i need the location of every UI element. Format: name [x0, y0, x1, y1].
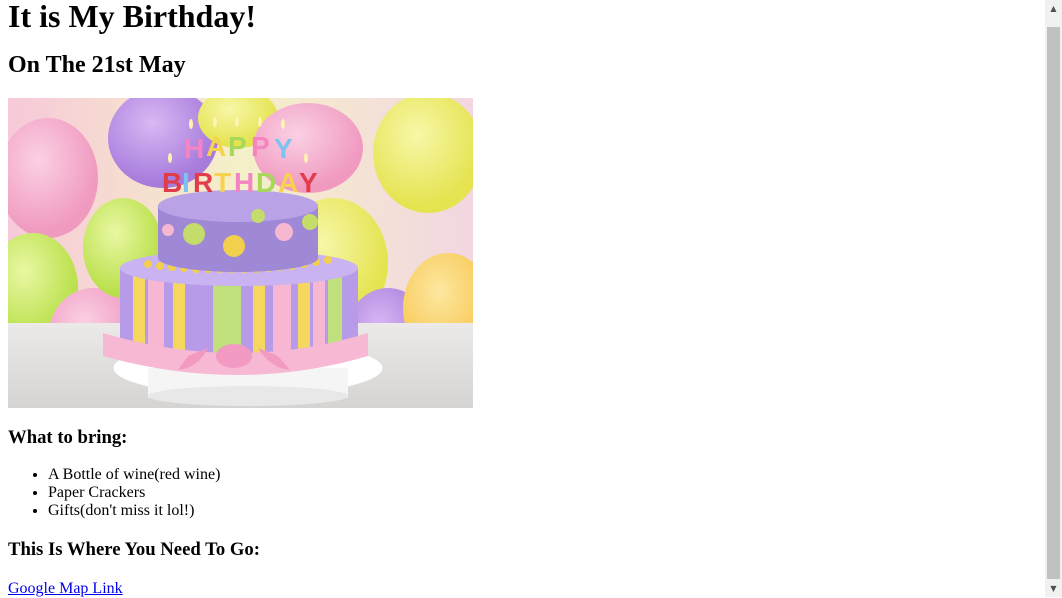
- svg-text:Y: Y: [274, 133, 293, 164]
- list-item: Gifts(don't miss it lol!): [48, 502, 1038, 520]
- page-content: It is My Birthday! On The 21st May H A P…: [8, 0, 1038, 598]
- svg-text:Y: Y: [299, 167, 318, 198]
- scroll-down-arrow-icon[interactable]: ▼: [1045, 580, 1062, 597]
- svg-text:A: A: [278, 167, 298, 198]
- scroll-up-arrow-icon[interactable]: ▲: [1045, 0, 1062, 17]
- svg-text:T: T: [214, 167, 231, 198]
- what-to-bring-heading: What to bring:: [8, 427, 128, 448]
- google-map-link[interactable]: Google Map Link: [8, 580, 123, 598]
- svg-text:I: I: [182, 167, 190, 198]
- page-title: It is My Birthday!: [8, 0, 256, 34]
- svg-text:R: R: [193, 167, 213, 198]
- birthday-cake-image: H A P P Y B I R T H D A Y: [8, 98, 473, 408]
- bring-list: A Bottle of wine(red wine) Paper Cracker…: [8, 466, 1038, 520]
- svg-text:A: A: [206, 131, 226, 162]
- directions-heading: This Is Where You Need To Go:: [8, 539, 260, 560]
- vertical-scrollbar[interactable]: ▲ ▼: [1045, 0, 1062, 597]
- svg-text:H: H: [234, 167, 254, 198]
- svg-text:P: P: [228, 131, 247, 162]
- svg-text:H: H: [184, 133, 204, 164]
- svg-text:B: B: [162, 167, 182, 198]
- svg-text:D: D: [256, 167, 276, 198]
- svg-text:P: P: [251, 131, 270, 162]
- list-item: A Bottle of wine(red wine): [48, 466, 1038, 484]
- list-item: Paper Crackers: [48, 484, 1038, 502]
- scrollbar-thumb[interactable]: [1047, 27, 1060, 579]
- event-date: On The 21st May: [8, 52, 186, 78]
